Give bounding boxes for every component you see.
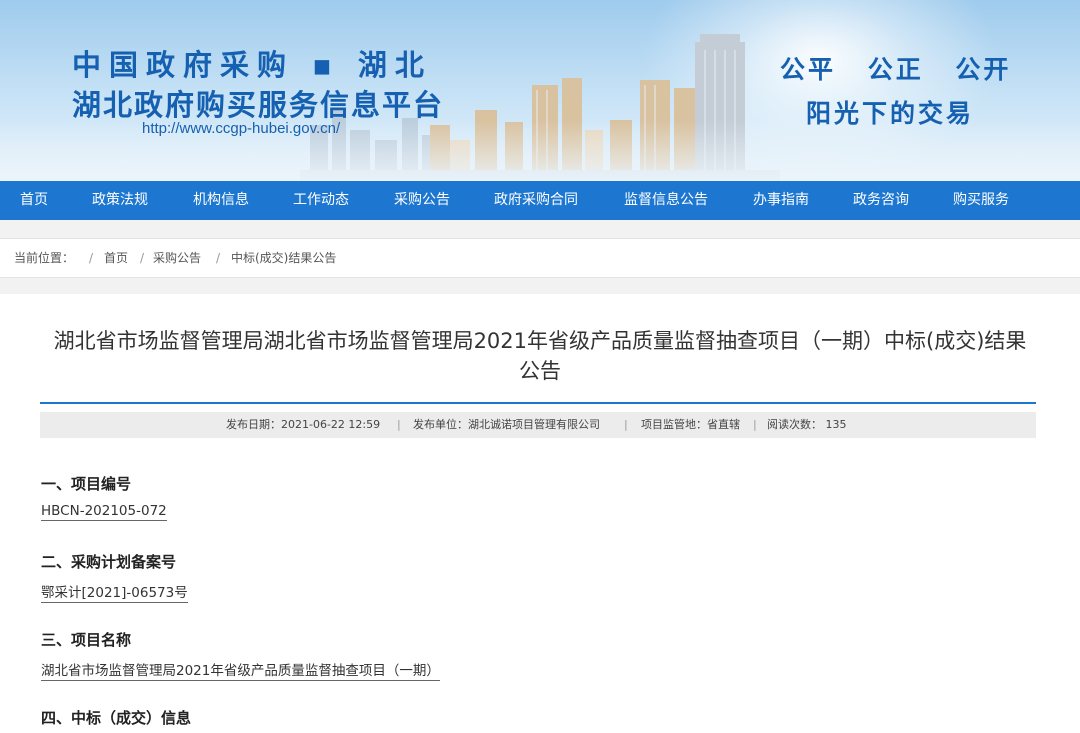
section-value-project-name: 湖北省市场监督管理局2021年省级产品质量监督抽查项目（一期）	[41, 659, 440, 681]
article-title: 湖北省市场监督管理局湖北省市场监督管理局2021年省级产品质量监督抽查项目（一期…	[30, 326, 1050, 386]
breadcrumb-separator: /	[216, 251, 221, 265]
nav-guide[interactable]: 办事指南	[753, 181, 809, 220]
breadcrumb-label: 当前位置：	[14, 251, 75, 265]
publisher: 发布单位：湖北诚诺项目管理有限公司	[413, 418, 600, 431]
breadcrumb-procurement[interactable]: 采购公告	[153, 239, 201, 277]
site-subtitle: 湖北政府购买服务信息平台	[72, 88, 445, 122]
section-heading-plan-record: 二、采购计划备案号	[41, 553, 177, 571]
nav-consulting[interactable]: 政务咨询	[853, 181, 909, 220]
main-nav: 首页 政策法规 机构信息 工作动态 采购公告 政府采购合同 监督信息公告 办事指…	[0, 181, 1080, 220]
breadcrumb-separator: /	[140, 251, 145, 265]
section-heading-project-number: 一、项目编号	[41, 475, 132, 493]
nav-purchase-services[interactable]: 购买服务	[953, 181, 1009, 220]
site-title: 中国政府采购 ▪ 湖北	[72, 48, 432, 82]
breadcrumb-home[interactable]: 首页	[104, 239, 128, 277]
nav-institutions[interactable]: 机构信息	[193, 181, 249, 220]
article-title-line-1: 湖北省市场监督管理局湖北省市场监督管理局2021年省级产品质量监督抽查项目（一期…	[53, 329, 1027, 353]
nav-work-news[interactable]: 工作动态	[293, 181, 349, 220]
meta-separator: |	[624, 418, 628, 431]
breadcrumb-current: 中标(成交)结果公告	[231, 251, 337, 265]
nav-procurement-notice[interactable]: 采购公告	[394, 181, 450, 220]
nav-home[interactable]: 首页	[20, 181, 48, 220]
project-region: 项目监管地：省直辖	[641, 418, 740, 431]
section-heading-project-name: 三、项目名称	[41, 631, 132, 649]
section-heading-award-info: 四、中标（成交）信息	[41, 709, 192, 727]
section-value-plan-record: 鄂采计[2021]-06573号	[41, 581, 188, 603]
site-url: http://www.ccgp-hubei.gov.cn/	[142, 120, 341, 137]
title-divider	[40, 402, 1036, 404]
article-title-line-2: 公告	[519, 359, 561, 383]
article-meta-bar: 发布日期：2021-06-22 12:59 | 发布单位：湖北诚诺项目管理有限公…	[40, 412, 1036, 438]
publish-date: 发布日期：2021-06-22 12:59	[226, 418, 381, 431]
slogan-line-1: 公平 公正 公开	[780, 55, 1012, 84]
breadcrumb-separator: /	[89, 251, 94, 265]
meta-separator: |	[397, 418, 401, 431]
nav-policy[interactable]: 政策法规	[92, 181, 148, 220]
nav-contracts[interactable]: 政府采购合同	[494, 181, 578, 220]
article-card: 湖北省市场监督管理局湖北省市场监督管理局2021年省级产品质量监督抽查项目（一期…	[0, 294, 1080, 733]
nav-supervision[interactable]: 监督信息公告	[624, 181, 708, 220]
slogan-line-2: 阳光下的交易	[806, 99, 975, 128]
meta-separator: |	[753, 418, 757, 431]
breadcrumb: 当前位置： / 首页 / 采购公告 / 中标(成交)结果公告	[0, 238, 1080, 278]
section-value-project-number: HBCN-202105-072	[41, 503, 167, 521]
view-count: 阅读次数： 135	[767, 418, 847, 431]
header-banner: 中国政府采购 ▪ 湖北 湖北政府购买服务信息平台 http://www.ccgp…	[0, 0, 1080, 181]
